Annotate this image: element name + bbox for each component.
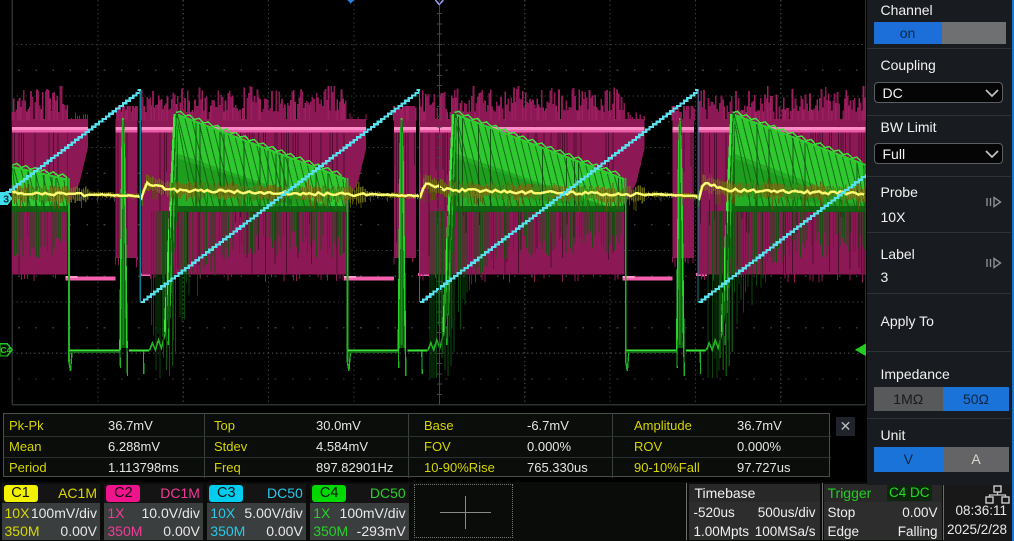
svg-text:C4: C4 (0, 345, 11, 355)
svg-text:3: 3 (3, 194, 9, 206)
